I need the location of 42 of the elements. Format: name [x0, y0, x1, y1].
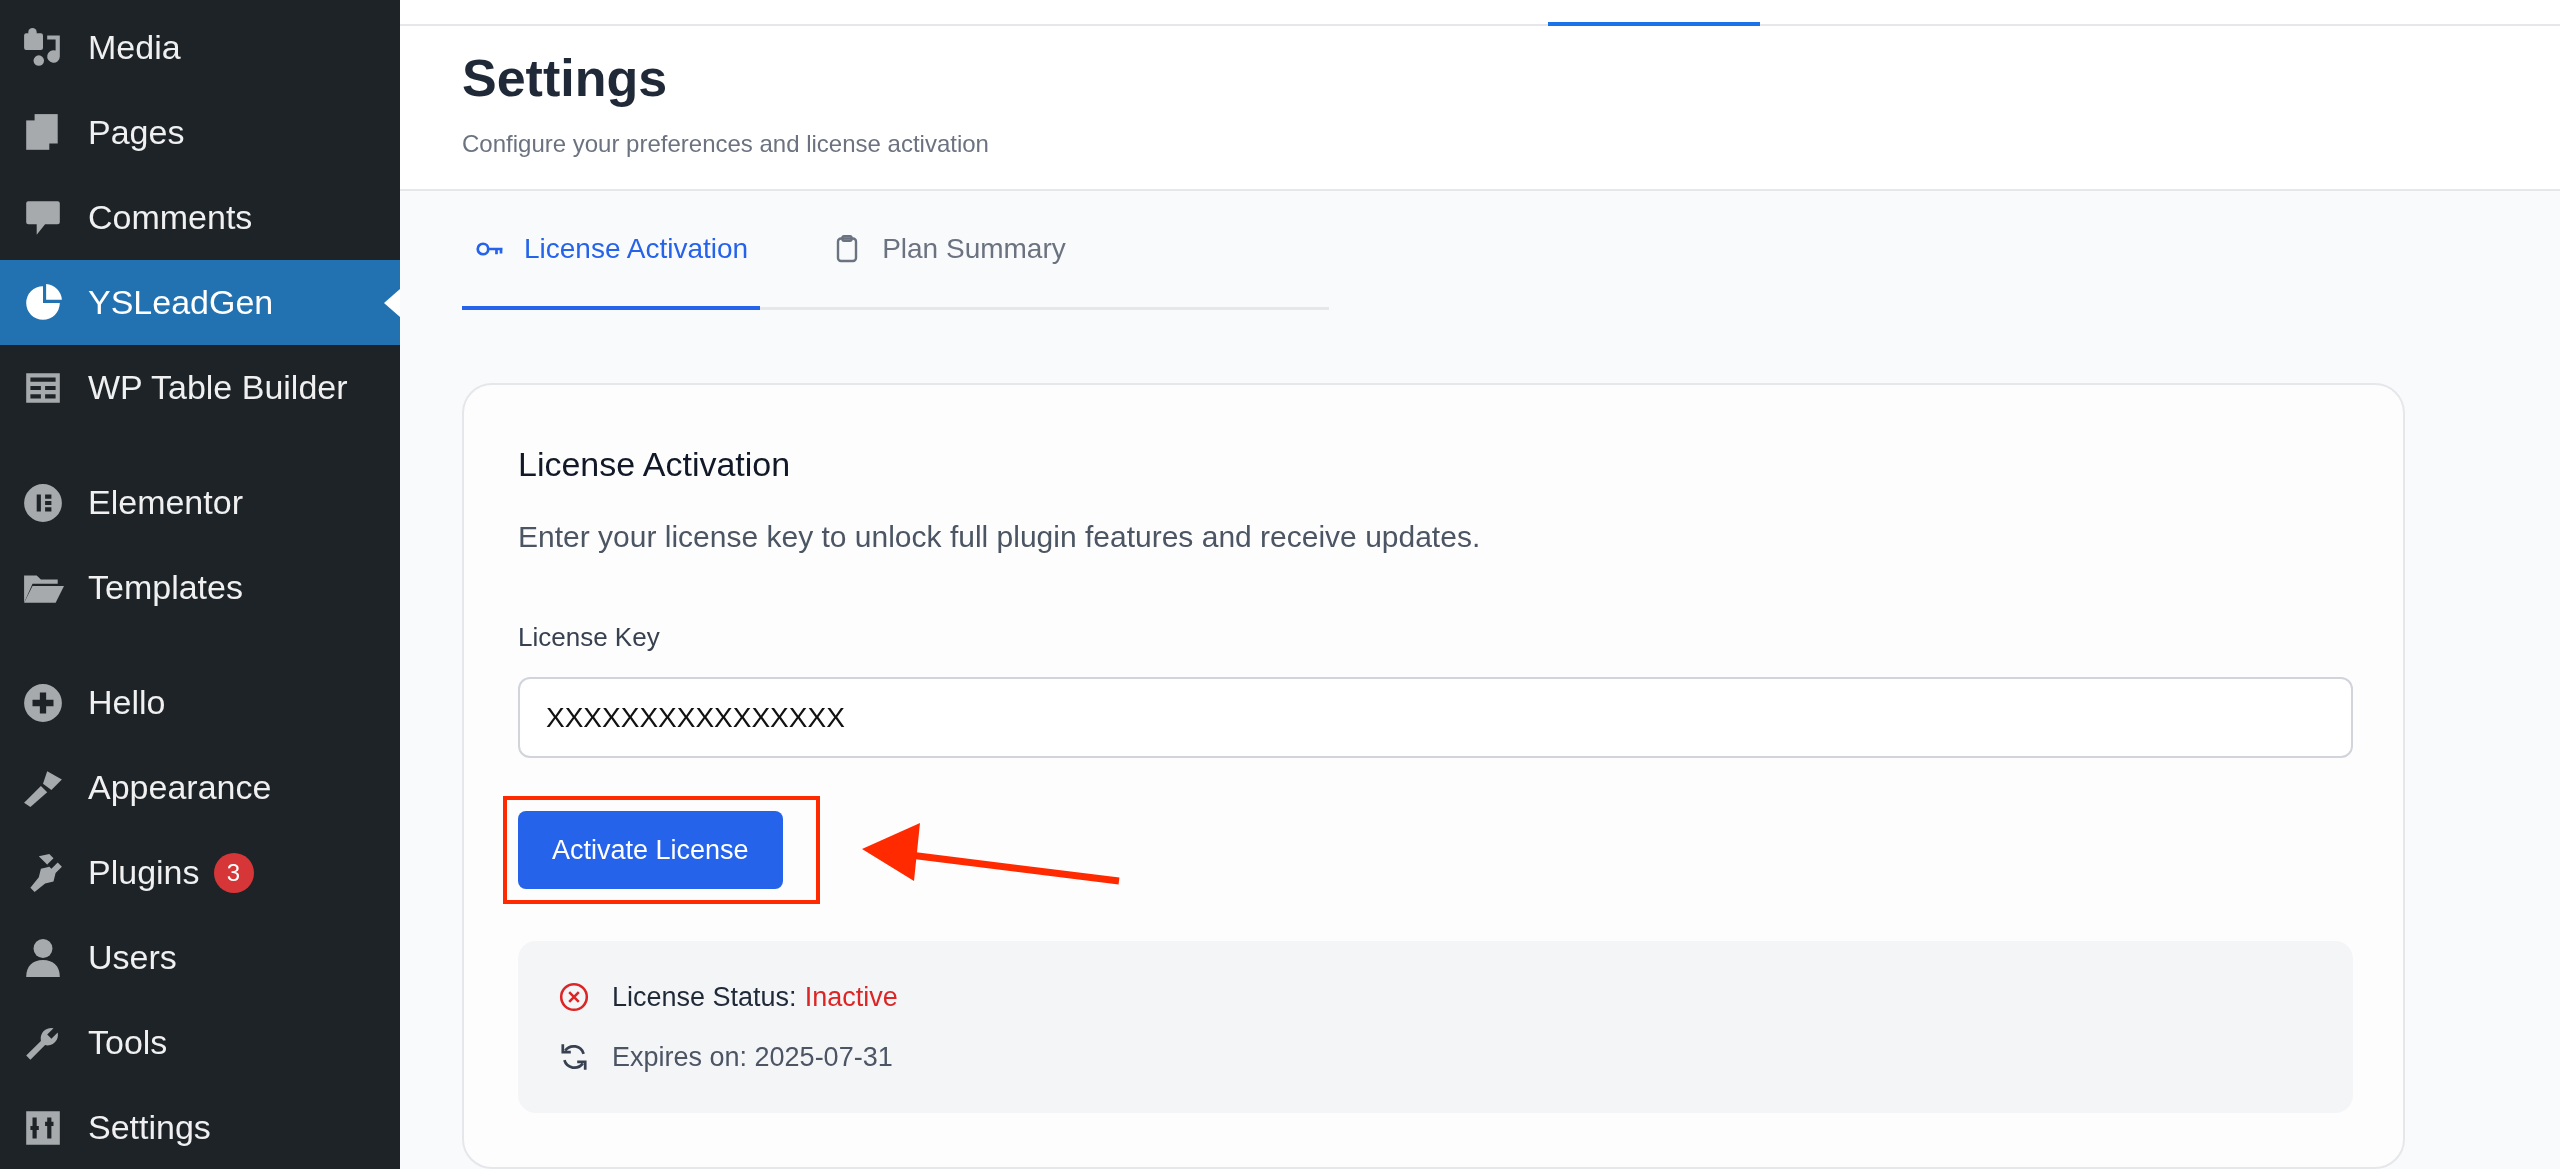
input-field[interactable]: XXXXXXXXXXXXXXXX	[518, 677, 2353, 758]
error-circle-icon	[558, 981, 590, 1013]
menu-label: WP Table Builder	[88, 368, 348, 407]
field-label: License Key	[518, 622, 661, 653]
menu-label: Hello	[88, 683, 166, 722]
card-description: Enter your license key to unlock full plugin features and receive updates.	[518, 520, 1482, 554]
menu-label: Pages	[88, 113, 185, 152]
menu-item[interactable]: Templates	[0, 545, 400, 630]
page-subtitle: Configure your preferences and license activation	[462, 130, 990, 158]
menu-item[interactable]: Plugins 3	[0, 830, 400, 915]
menu-label: Templates	[88, 568, 243, 607]
menu-item[interactable]: Appearance	[0, 745, 400, 830]
status-label: License Status:	[612, 981, 797, 1013]
card-title: License Activation	[518, 445, 792, 484]
status-value: Inactive	[804, 981, 898, 1013]
expiry-date: Expires on: 2025-07-31	[612, 1041, 893, 1073]
menu-label: Elementor	[88, 483, 243, 522]
menu-item[interactable]: Users	[0, 915, 400, 1000]
elementor-icon	[22, 481, 64, 524]
tab[interactable]: Plan Summary	[820, 191, 1078, 310]
menu-item[interactable]: Elementor	[0, 460, 400, 545]
menu-item[interactable]: Settings	[0, 1085, 400, 1169]
menu-label: Media	[88, 28, 181, 67]
menu-label: Comments	[88, 198, 253, 237]
menu-label: Users	[88, 938, 177, 977]
menu-item[interactable]: WP Table Builder	[0, 345, 400, 430]
tab[interactable]: License Activation	[462, 191, 761, 310]
menu-item[interactable]: Comments	[0, 175, 400, 260]
menu-label: Tools	[88, 1023, 168, 1062]
menu-item[interactable]: YSLeadGen	[0, 260, 400, 345]
menu-label: Plugins	[88, 853, 200, 892]
count-badge: 3	[213, 852, 254, 893]
menu-label: YSLeadGen	[88, 283, 274, 322]
menu-label: Settings	[88, 1108, 211, 1147]
refresh-icon	[558, 1041, 590, 1073]
menu-item[interactable]: Hello	[0, 660, 400, 745]
page-title: Settings	[462, 48, 669, 109]
activate-button[interactable]: Activate License	[518, 811, 783, 889]
menu-label: Appearance	[88, 768, 272, 807]
menu-item[interactable]: Media	[0, 5, 400, 90]
menu-item[interactable]: Pages	[0, 90, 400, 175]
menu-item[interactable]: Tools	[0, 1000, 400, 1085]
